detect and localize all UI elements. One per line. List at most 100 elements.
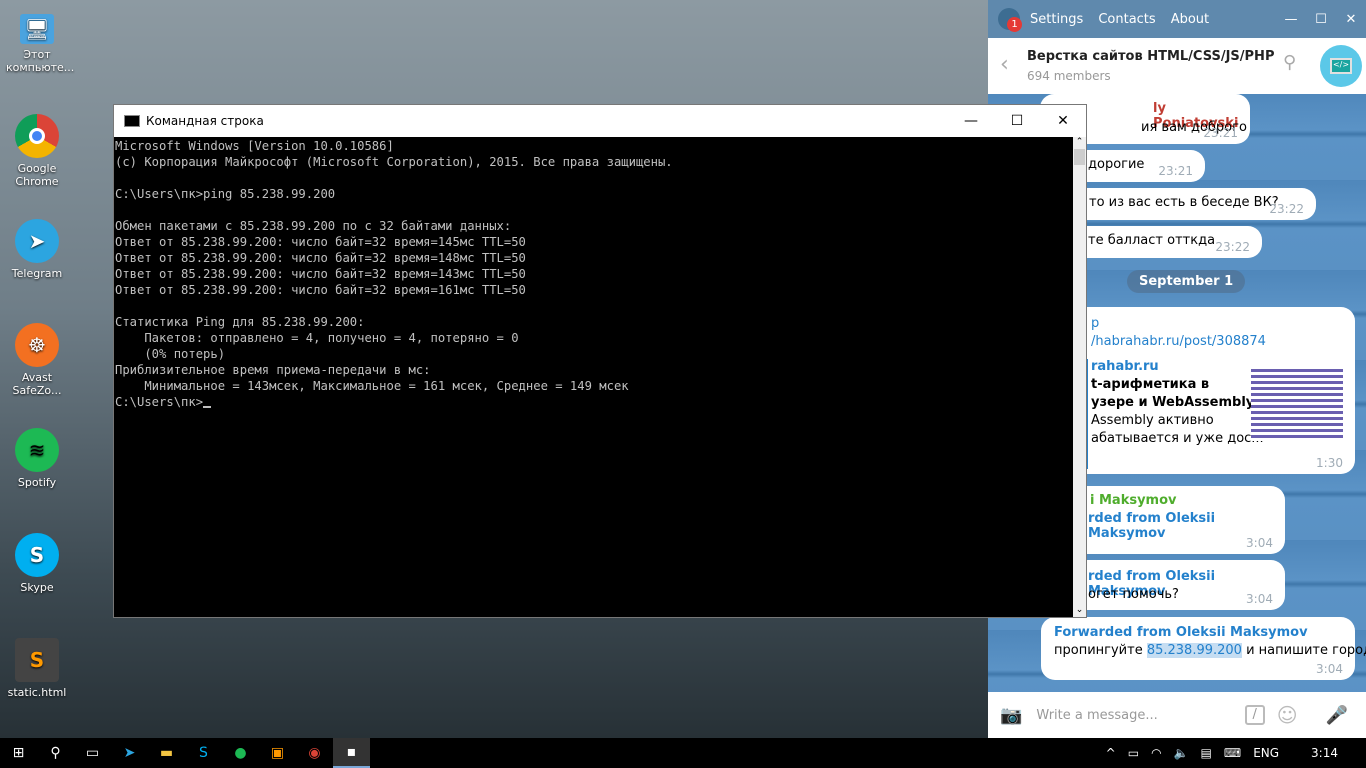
microphone-icon[interactable]: 🎤 bbox=[1326, 705, 1348, 726]
cursor bbox=[203, 406, 212, 408]
ip-link[interactable]: 85.238.99.200 bbox=[1146, 643, 1242, 658]
maximize-button[interactable]: ☐ bbox=[1306, 12, 1336, 27]
message-time: 3:04 bbox=[1316, 662, 1343, 676]
link-site: rahabr.ru bbox=[1091, 359, 1159, 374]
wifi-icon[interactable]: ◠ bbox=[1151, 746, 1161, 760]
start-icon[interactable]: ⊞ bbox=[0, 738, 37, 768]
link-message: p /habrahabr.ru/post/308874 rahabr.ru t-… bbox=[1040, 307, 1355, 474]
message-time: 3:04 bbox=[1246, 592, 1273, 606]
cmd-icon bbox=[124, 115, 140, 127]
console-output[interactable]: Microsoft Windows [Version 10.0.10586] (… bbox=[114, 137, 1074, 617]
text-part: пропингуйте bbox=[1054, 643, 1147, 658]
chat-avatar[interactable]: </> bbox=[1320, 45, 1362, 87]
chat-title[interactable]: Верстка сайтов HTML/CSS/JS/PHP bbox=[1027, 49, 1274, 64]
scroll-thumb[interactable] bbox=[1074, 149, 1085, 165]
message-text: то из вас есть в беседе ВК? bbox=[1089, 195, 1279, 210]
message-time: 1:30 bbox=[1316, 456, 1343, 470]
icon-label: Google Chrome bbox=[15, 162, 59, 188]
desktop-icon-computer[interactable]: 🖥 Этот компьюте... bbox=[6, 10, 74, 74]
skype-icon[interactable]: S bbox=[185, 738, 222, 768]
telegram-logo-icon[interactable]: 1 bbox=[998, 8, 1022, 32]
keyboard-icon[interactable]: ⌨ bbox=[1224, 746, 1241, 760]
skype-icon: S bbox=[15, 533, 59, 577]
link-desc: абатывается и уже дос... bbox=[1091, 431, 1264, 446]
scroll-up-icon[interactable]: ⌃ bbox=[1073, 137, 1086, 147]
desktop-icon-avast[interactable]: ☸ Avast SafeZo... bbox=[6, 323, 68, 397]
language-indicator[interactable]: ENG bbox=[1253, 746, 1279, 760]
task-view-icon[interactable]: ▭ bbox=[74, 738, 111, 768]
window-title: Командная строка bbox=[146, 114, 264, 128]
link-title: узере и WebAssembly bbox=[1091, 395, 1255, 410]
emoji-icon[interactable]: ☺ bbox=[1277, 703, 1298, 727]
unread-badge: 1 bbox=[1007, 17, 1022, 32]
message-author: i Maksymov bbox=[1090, 493, 1177, 508]
icon-label: Skype bbox=[20, 581, 54, 594]
cmd-icon[interactable]: ▪ bbox=[333, 738, 370, 768]
console-prompt: C:\Users\пк> bbox=[115, 395, 204, 409]
desktop-icon-chrome[interactable]: Google Chrome bbox=[6, 114, 68, 188]
members-count: 694 members bbox=[1027, 69, 1111, 83]
message-composer: 📷 Write a message... / ☺ 🎤 bbox=[988, 692, 1366, 738]
computer-icon: 🖥 bbox=[20, 14, 54, 44]
sublime-icon: S bbox=[15, 638, 59, 682]
desktop-icon-skype[interactable]: S Skype bbox=[6, 533, 68, 594]
spotify-icon[interactable]: ● bbox=[222, 738, 259, 768]
telegram-icon: ➤ bbox=[15, 219, 59, 263]
back-icon[interactable]: ‹ bbox=[1000, 52, 1009, 77]
link-preview-image bbox=[1251, 369, 1343, 441]
message-time: 23:22 bbox=[1269, 202, 1304, 216]
cmd-titlebar[interactable]: Командная строка bbox=[114, 105, 1086, 137]
spotify-icon: ≋ bbox=[15, 428, 59, 472]
clock[interactable]: 3:14 bbox=[1311, 746, 1338, 760]
cmd-window: Командная строка — ☐ ✕ Microsoft Windows… bbox=[113, 104, 1087, 618]
menu-about[interactable]: About bbox=[1171, 12, 1209, 27]
desktop-icon-spotify[interactable]: ≋ Spotify bbox=[6, 428, 68, 489]
show-hidden-icons[interactable]: ^ bbox=[1106, 746, 1116, 760]
search-icon[interactable]: ⚲ bbox=[1283, 52, 1296, 73]
icon-label: Spotify bbox=[17, 476, 57, 489]
message-time: 23:21 bbox=[1203, 126, 1238, 140]
scrollbar[interactable]: ⌃ ⌄ bbox=[1073, 137, 1086, 617]
taskbar: ⊞ ⚲ ▭ ➤ ▬ S ● ▣ ◉ ▪ ^ ▭ ◠ 🔈 ▤ ⌨ ENG 3:14 bbox=[0, 738, 1366, 768]
chat-header: ‹ Верстка сайтов HTML/CSS/JS/PHP 694 mem… bbox=[988, 38, 1366, 94]
chrome-icon[interactable]: ◉ bbox=[296, 738, 333, 768]
desktop-icon-telegram[interactable]: ➤ Telegram bbox=[6, 219, 68, 280]
telegram-icon[interactable]: ➤ bbox=[111, 738, 148, 768]
minimize-button[interactable]: — bbox=[1276, 12, 1306, 27]
message-time: 3:04 bbox=[1246, 536, 1273, 550]
commands-icon[interactable]: / bbox=[1244, 705, 1265, 725]
menu-settings[interactable]: Settings bbox=[1030, 12, 1083, 27]
scroll-down-icon[interactable]: ⌄ bbox=[1073, 605, 1086, 615]
forwarded-message: Forwarded from Oleksii Maksymov пропингуй… bbox=[1041, 617, 1366, 680]
message-text: дорогие bbox=[1088, 157, 1145, 172]
icon-label: Этот компьюте... bbox=[6, 48, 75, 74]
chrome-icon bbox=[15, 114, 59, 158]
close-button[interactable]: ✕ bbox=[1040, 105, 1086, 137]
icon-label: Avast SafeZo... bbox=[12, 371, 62, 397]
date-separator: September 1 bbox=[1127, 270, 1246, 293]
maximize-button[interactable]: ☐ bbox=[994, 105, 1040, 137]
minimize-button[interactable]: — bbox=[948, 105, 994, 137]
link-url[interactable]: /habrahabr.ru/post/308874 bbox=[1091, 334, 1266, 349]
telegram-titlebar: 1 Settings Contacts About — ☐ ✕ bbox=[988, 0, 1366, 38]
sublime-icon[interactable]: ▣ bbox=[259, 738, 296, 768]
text-part: и напишите город bbox=[1241, 643, 1366, 658]
message-text: огет помочь? bbox=[1088, 587, 1179, 602]
link-desc: Assembly активно bbox=[1091, 413, 1214, 428]
volume-icon[interactable]: 🔈 bbox=[1174, 746, 1189, 760]
menu-contacts[interactable]: Contacts bbox=[1098, 12, 1155, 27]
search-icon[interactable]: ⚲ bbox=[37, 738, 74, 768]
message-text: те балласт отткда bbox=[1088, 233, 1216, 248]
battery-icon[interactable]: ▭ bbox=[1128, 746, 1139, 760]
camera-icon[interactable]: 📷 bbox=[1000, 705, 1022, 726]
message-text: пропингуйте 85.238.99.200 и напишите гор… bbox=[1054, 643, 1366, 658]
close-button[interactable]: ✕ bbox=[1336, 12, 1366, 27]
desktop-icon-static-html[interactable]: Sstatic.html bbox=[6, 638, 68, 699]
link-sender: p bbox=[1091, 316, 1100, 331]
notifications-icon[interactable]: ▤ bbox=[1201, 746, 1212, 760]
file-explorer-icon[interactable]: ▬ bbox=[148, 738, 185, 768]
console-text: Microsoft Windows [Version 10.0.10586] (… bbox=[115, 139, 673, 393]
message-time: 23:21 bbox=[1158, 164, 1193, 178]
forwarded-from[interactable]: Forwarded from Oleksii Maksymov bbox=[1054, 625, 1308, 640]
message-input[interactable]: Write a message... bbox=[1036, 708, 1244, 723]
